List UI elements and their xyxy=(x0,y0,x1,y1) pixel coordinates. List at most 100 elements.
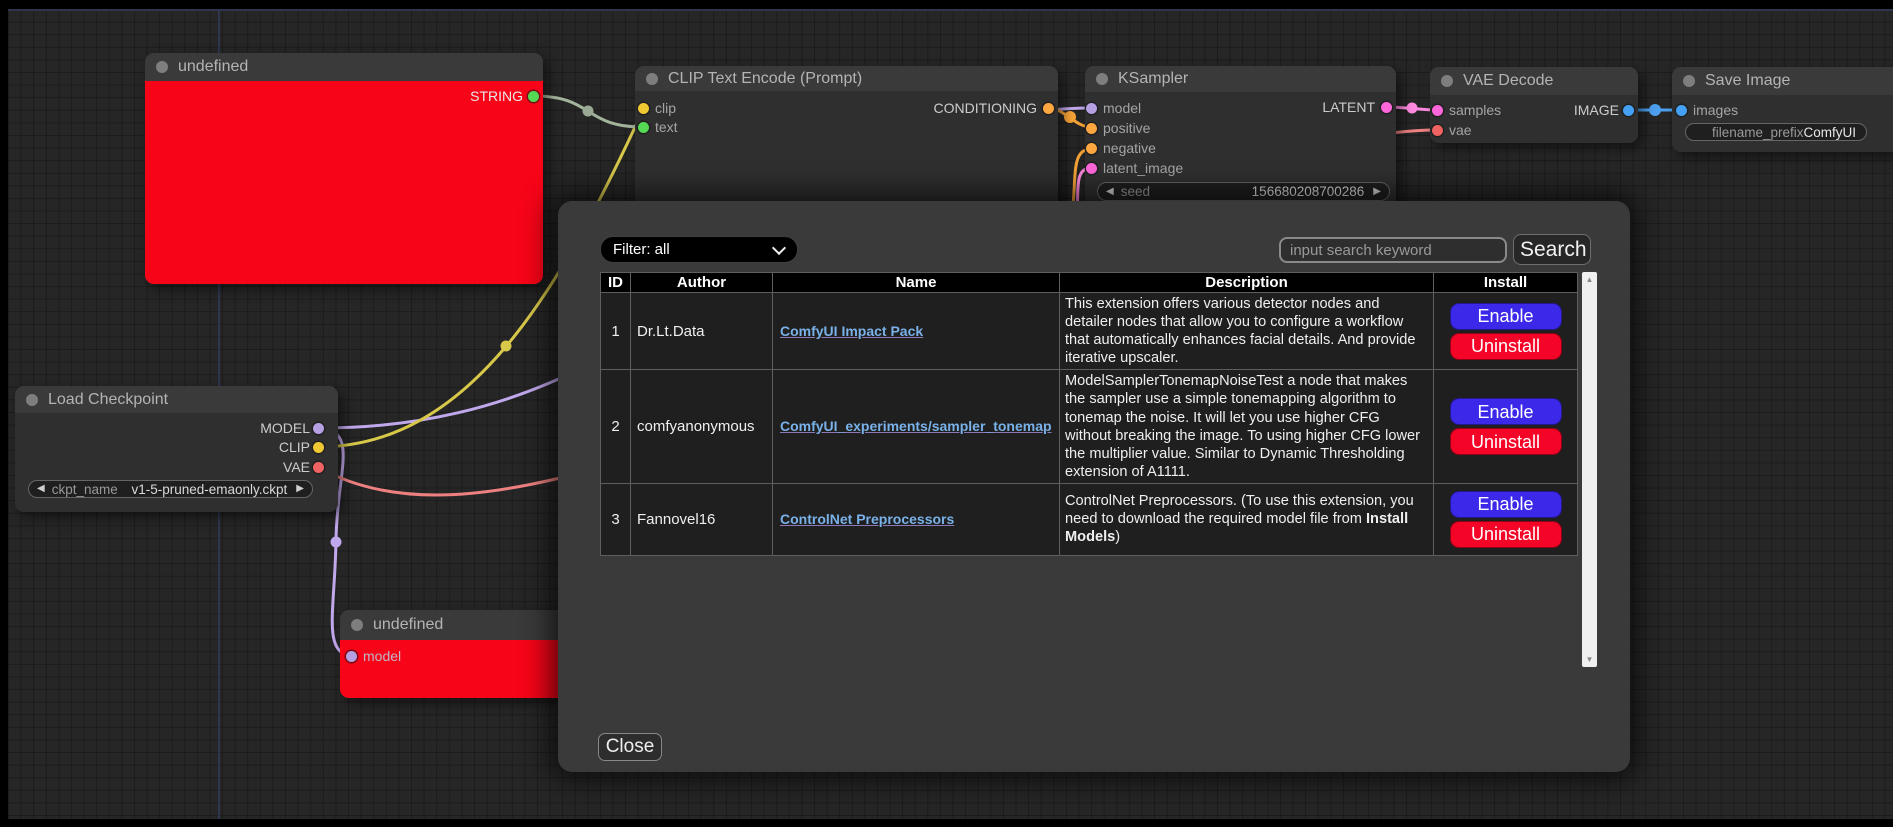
input-label: positive xyxy=(1103,120,1150,136)
node-collapse-dot[interactable] xyxy=(26,394,38,406)
input-port-negative[interactable] xyxy=(1086,143,1097,154)
search-button[interactable]: Search xyxy=(1513,234,1591,265)
ckpt-name-widget[interactable]: ◀ ckpt_name v1-5-pruned-emaonly.ckpt ▶ xyxy=(28,480,313,498)
input-label: latent_image xyxy=(1103,160,1183,176)
node-title: Save Image xyxy=(1705,67,1790,95)
close-button[interactable]: Close xyxy=(598,733,662,761)
widget-increment-arrow[interactable]: ▶ xyxy=(1373,187,1381,197)
input-label: samples xyxy=(1449,102,1501,118)
output-port-model[interactable] xyxy=(313,423,324,434)
output-label: CLIP xyxy=(279,439,310,455)
scroll-up-arrow-icon[interactable]: ▲ xyxy=(1582,275,1597,284)
input-port-model[interactable] xyxy=(1086,103,1097,114)
output-label: LATENT xyxy=(1322,99,1375,115)
extension-id: 1 xyxy=(601,293,631,370)
widget-increment-arrow[interactable]: ▶ xyxy=(296,484,304,494)
uninstall-button[interactable]: Uninstall xyxy=(1450,521,1562,548)
widget-value: v1-5-pruned-emaonly.ckpt xyxy=(131,482,287,497)
node-collapse-dot[interactable] xyxy=(1441,75,1453,87)
table-row: 2 comfyanonymous ComfyUI_experiments/sam… xyxy=(601,370,1578,484)
input-label: model xyxy=(1103,100,1141,116)
table-scrollbar[interactable]: ▲ ▼ xyxy=(1582,272,1597,667)
input-port-latent-image[interactable] xyxy=(1086,163,1097,174)
output-port-latent[interactable] xyxy=(1381,102,1392,113)
node-title: VAE Decode xyxy=(1463,67,1553,95)
table-header-row: ID Author Name Description Install xyxy=(601,273,1578,293)
node-save-image[interactable]: Save Image images filename_prefix ComfyU… xyxy=(1672,67,1893,152)
node-title: CLIP Text Encode (Prompt) xyxy=(668,66,862,91)
input-port-positive[interactable] xyxy=(1086,123,1097,134)
header-author: Author xyxy=(631,273,773,293)
filter-select-wrap: Filter: all xyxy=(600,236,798,263)
input-port-clip[interactable] xyxy=(638,103,649,114)
search-input[interactable] xyxy=(1279,237,1507,263)
output-port-string[interactable] xyxy=(528,91,539,102)
input-label: text xyxy=(655,119,678,135)
scroll-down-arrow-icon[interactable]: ▼ xyxy=(1582,655,1597,664)
node-collapse-dot[interactable] xyxy=(1683,75,1695,87)
node-collapse-dot[interactable] xyxy=(646,73,658,85)
comfyui-app: undefined STRING CLIP Text Encode (Promp… xyxy=(0,0,1893,827)
output-port-conditioning[interactable] xyxy=(1043,103,1054,114)
widget-decrement-arrow[interactable]: ◀ xyxy=(1106,187,1114,197)
node-title: undefined xyxy=(373,610,443,640)
output-port-image[interactable] xyxy=(1623,105,1634,116)
node-collapse-dot[interactable] xyxy=(156,61,168,73)
input-label: negative xyxy=(1103,140,1156,156)
widget-value: ComfyUI xyxy=(1804,125,1857,140)
output-port-vae[interactable] xyxy=(313,462,324,473)
extension-link[interactable]: ComfyUI_experiments/sampler_tonemap xyxy=(780,418,1052,434)
widget-name: seed xyxy=(1121,184,1150,199)
input-port-text[interactable] xyxy=(638,122,649,133)
header-name: Name xyxy=(773,273,1060,293)
input-port-vae[interactable] xyxy=(1432,125,1443,136)
table-row: 1 Dr.Lt.Data ComfyUI Impact Pack This ex… xyxy=(601,293,1578,370)
input-label: clip xyxy=(655,100,676,116)
widget-value: 156680208700286 xyxy=(1252,184,1365,199)
extension-install-cell: Enable Uninstall xyxy=(1434,483,1578,555)
widget-name: ckpt_name xyxy=(52,482,118,497)
extension-install-cell: Enable Uninstall xyxy=(1434,293,1578,370)
header-id: ID xyxy=(601,273,631,293)
input-label: model xyxy=(363,648,401,664)
output-label: VAE xyxy=(283,459,310,475)
node-ksampler[interactable]: KSampler model positive negative latent_… xyxy=(1085,66,1396,216)
node-undefined-bottom[interactable]: undefined model xyxy=(340,610,568,698)
node-collapse-dot[interactable] xyxy=(351,619,363,631)
uninstall-button[interactable]: Uninstall xyxy=(1450,333,1562,360)
input-port-images[interactable] xyxy=(1676,105,1687,116)
extension-author: comfyanonymous xyxy=(631,370,773,484)
node-vae-decode[interactable]: VAE Decode samples vae IMAGE xyxy=(1430,67,1638,143)
extension-description: ControlNet Preprocessors. (To use this e… xyxy=(1060,483,1434,555)
input-port-model[interactable] xyxy=(346,651,357,662)
extension-link[interactable]: ControlNet Preprocessors xyxy=(780,511,954,527)
node-undefined-top[interactable]: undefined STRING xyxy=(145,53,543,284)
node-collapse-dot[interactable] xyxy=(1096,73,1108,85)
table-row: 3 Fannovel16 ControlNet Preprocessors Co… xyxy=(601,483,1578,555)
extension-link[interactable]: ComfyUI Impact Pack xyxy=(780,323,923,339)
seed-widget[interactable]: ◀ seed 156680208700286 ▶ xyxy=(1097,182,1390,201)
widget-decrement-arrow[interactable]: ◀ xyxy=(37,484,45,494)
node-load-checkpoint[interactable]: Load Checkpoint MODEL CLIP VAE ◀ ckpt_na… xyxy=(15,386,338,512)
extension-author: Fannovel16 xyxy=(631,483,773,555)
input-port-samples[interactable] xyxy=(1432,105,1443,116)
extension-manager-dialog: Filter: all Search ID Author Name Descri… xyxy=(558,201,1630,772)
filename-prefix-widget[interactable]: filename_prefix ComfyUI xyxy=(1685,123,1867,141)
enable-button[interactable]: Enable xyxy=(1450,398,1562,425)
header-install: Install xyxy=(1434,273,1578,293)
extension-table: ID Author Name Description Install 1 Dr.… xyxy=(600,272,1578,556)
node-title: Load Checkpoint xyxy=(48,386,168,413)
output-label: MODEL xyxy=(260,420,310,436)
extension-table-container: ID Author Name Description Install 1 Dr.… xyxy=(600,272,1582,667)
enable-button[interactable]: Enable xyxy=(1450,491,1562,518)
output-label: IMAGE xyxy=(1574,102,1619,118)
extension-install-cell: Enable Uninstall xyxy=(1434,370,1578,484)
enable-button[interactable]: Enable xyxy=(1450,303,1562,330)
filter-select[interactable]: Filter: all xyxy=(600,236,798,263)
uninstall-button[interactable]: Uninstall xyxy=(1450,428,1562,455)
header-description: Description xyxy=(1060,273,1434,293)
widget-name: filename_prefix xyxy=(1712,125,1804,140)
extension-description: ModelSamplerTonemapNoiseTest a node that… xyxy=(1060,370,1434,484)
output-label: CONDITIONING xyxy=(934,100,1037,116)
output-port-clip[interactable] xyxy=(313,442,324,453)
